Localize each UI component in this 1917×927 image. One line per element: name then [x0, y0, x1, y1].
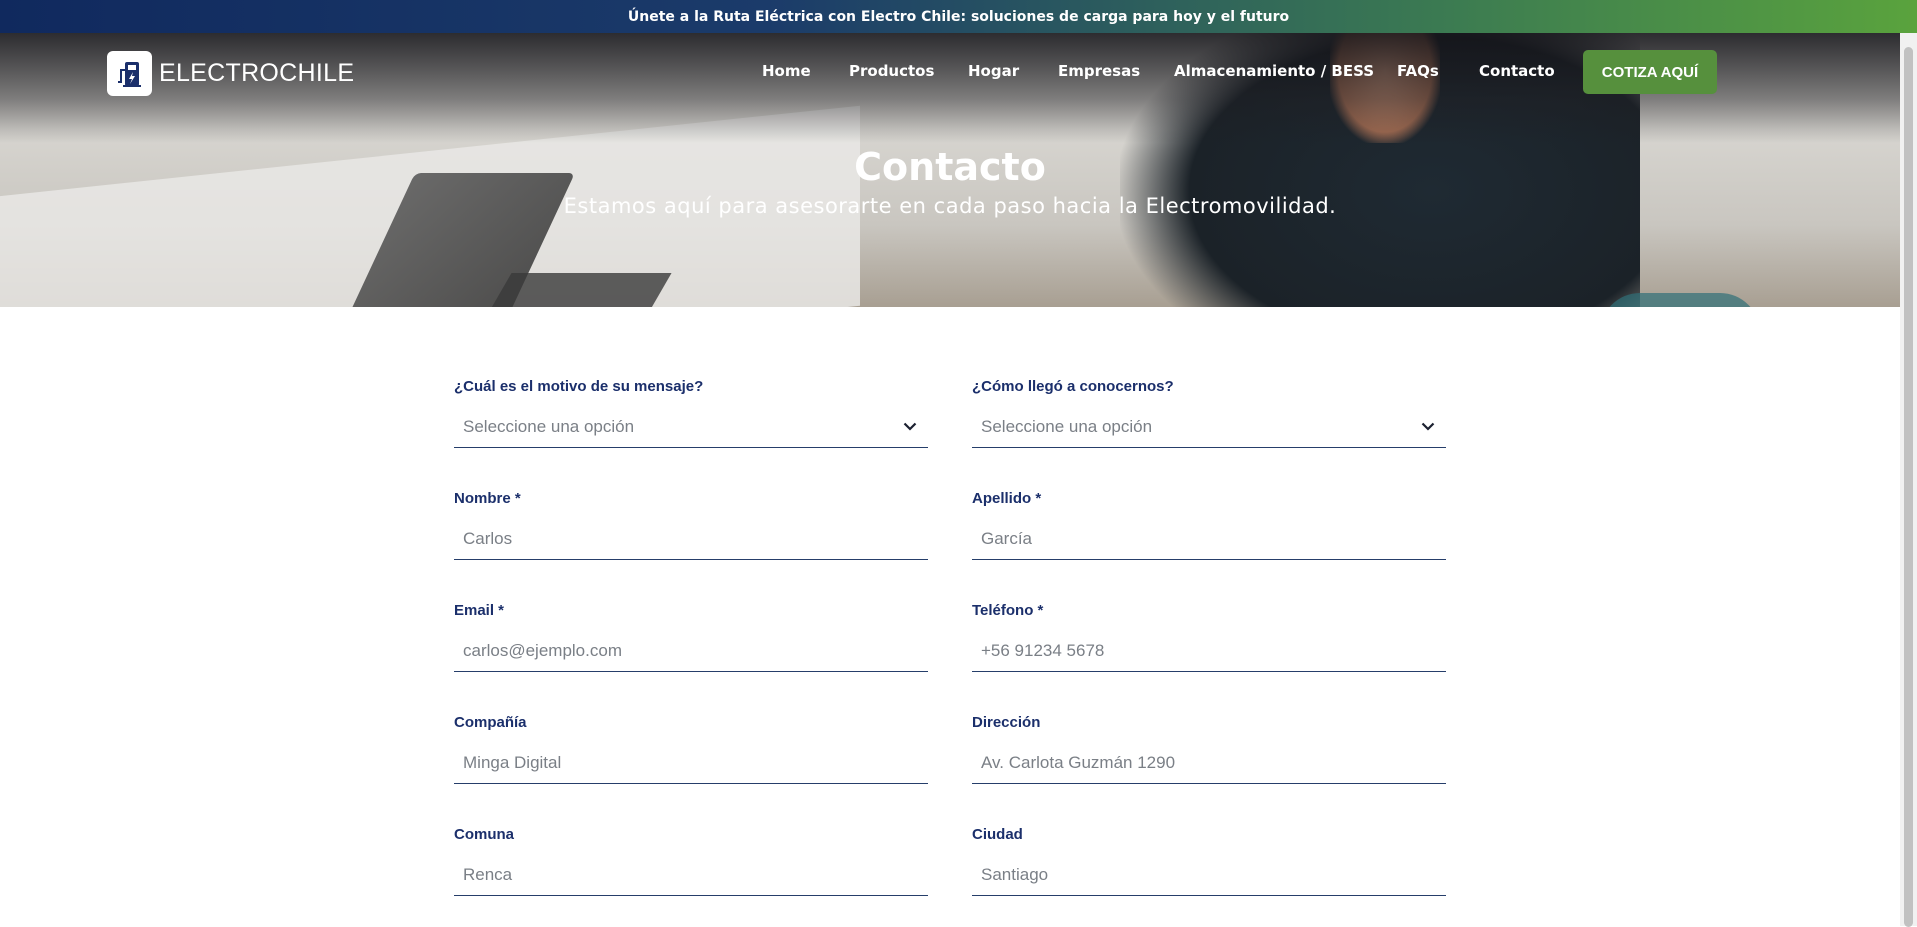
comuna-field: Comuna Renca [454, 826, 928, 896]
chevron-down-icon [1420, 419, 1436, 435]
comuna-label: Comuna [454, 826, 514, 843]
direccion-input[interactable]: Av. Carlota Guzmán 1290 [972, 742, 1446, 784]
ciudad-value: Santiago [981, 864, 1049, 884]
nav-item-productos[interactable]: Productos [849, 62, 934, 80]
compania-field: Compañía Minga Digital [454, 714, 928, 784]
ciudad-field: Ciudad Santiago [972, 826, 1446, 896]
comuna-input[interactable]: Renca [454, 854, 928, 896]
origen-label: ¿Cómo llegó a conocernos? [972, 378, 1174, 395]
compania-input[interactable]: Minga Digital [454, 742, 928, 784]
motivo-value: Seleccione una opción [463, 416, 635, 436]
nombre-input[interactable]: Carlos [454, 518, 928, 560]
motivo-select[interactable]: Seleccione una opción [454, 406, 928, 448]
nav-item-empresas[interactable]: Empresas [1058, 62, 1140, 80]
cotiza-button[interactable]: COTIZA AQUÍ [1583, 50, 1717, 94]
chevron-down-icon [902, 419, 918, 435]
apellido-field: Apellido * García [972, 490, 1446, 560]
apellido-input[interactable]: García [972, 518, 1446, 560]
origen-select[interactable]: Seleccione una opción [972, 406, 1446, 448]
email-label: Email * [454, 602, 505, 619]
nombre-label: Nombre * [454, 490, 521, 507]
scrollbar-thumb[interactable] [1904, 47, 1913, 927]
motivo-label: ¿Cuál es el motivo de su mensaje? [454, 378, 704, 395]
page-subtitle: Estamos aquí para asesorarte en cada pas… [563, 194, 1337, 218]
nombre-value: Carlos [463, 528, 513, 548]
nav-item-almacenamiento[interactable]: Almacenamiento / BESS [1174, 62, 1374, 80]
telefono-field: Teléfono * +56 91234 5678 [972, 602, 1446, 672]
nav-item-hogar[interactable]: Hogar [968, 62, 1019, 80]
compania-label: Compañía [454, 714, 527, 731]
direccion-value: Av. Carlota Guzmán 1290 [981, 752, 1176, 772]
page-scrollbar[interactable] [1900, 33, 1917, 927]
page-title: Contacto [854, 145, 1046, 189]
email-value: carlos@ejemplo.com [463, 640, 622, 660]
email-input[interactable]: carlos@ejemplo.com [454, 630, 928, 672]
email-field: Email * carlos@ejemplo.com [454, 602, 928, 672]
origen-field: ¿Cómo llegó a conocernos? Seleccione una… [972, 378, 1446, 448]
nav-item-contacto[interactable]: Contacto [1479, 62, 1555, 80]
compania-value: Minga Digital [463, 752, 562, 772]
telefono-value: +56 91234 5678 [981, 640, 1105, 660]
ciudad-label: Ciudad [972, 826, 1023, 843]
motivo-field: ¿Cuál es el motivo de su mensaje? Selecc… [454, 378, 928, 448]
telefono-label: Teléfono * [972, 602, 1044, 619]
main-nav: ELECTROCHILE Home Productos Hogar Empres… [0, 33, 1917, 113]
ciudad-input[interactable]: Santiago [972, 854, 1446, 896]
announcement-text: Únete a la Ruta Eléctrica con Electro Ch… [627, 8, 1290, 25]
telefono-input[interactable]: +56 91234 5678 [972, 630, 1446, 672]
nav-item-home[interactable]: Home [762, 62, 811, 80]
contact-form: ¿Cuál es el motivo de su mensaje? Selecc… [0, 307, 1900, 926]
direccion-field: Dirección Av. Carlota Guzmán 1290 [972, 714, 1446, 784]
apellido-label: Apellido * [972, 490, 1042, 507]
comuna-value: Renca [463, 864, 513, 884]
direccion-label: Dirección [972, 714, 1041, 731]
announcement-bar: Únete a la Ruta Eléctrica con Electro Ch… [0, 0, 1917, 33]
origen-value: Seleccione una opción [981, 416, 1153, 436]
apellido-value: García [981, 528, 1033, 548]
nombre-field: Nombre * Carlos [454, 490, 928, 560]
nav-item-faqs[interactable]: FAQs [1397, 62, 1439, 80]
